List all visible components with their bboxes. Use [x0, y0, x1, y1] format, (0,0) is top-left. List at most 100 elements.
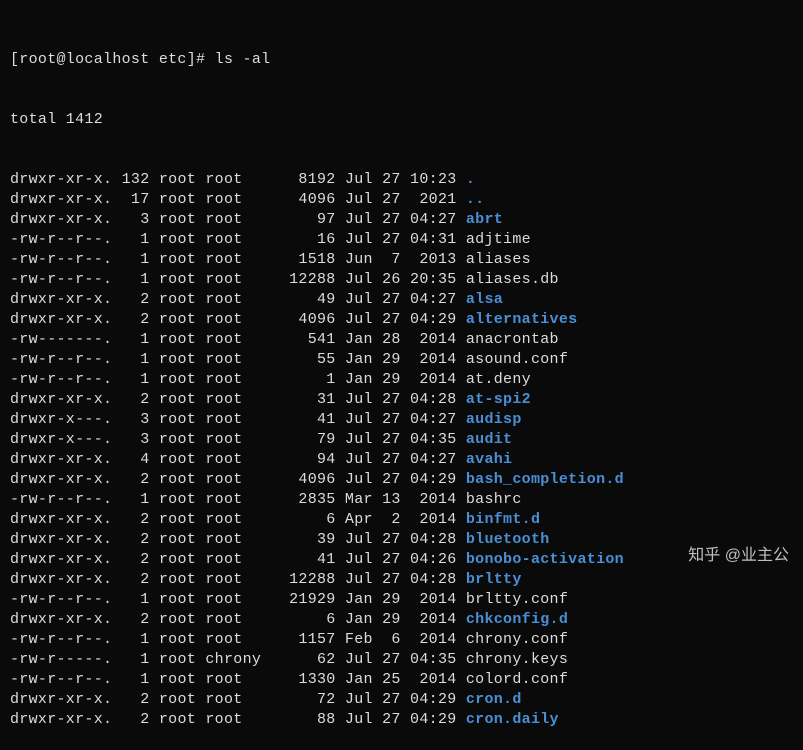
day: 2: [373, 511, 401, 528]
size: 49: [261, 291, 335, 308]
month: Mar: [336, 491, 373, 508]
owner: root: [150, 591, 197, 608]
group: root: [196, 691, 261, 708]
month: Jan: [336, 611, 373, 628]
size: 1330: [261, 671, 335, 688]
owner: root: [150, 211, 197, 228]
file-name: colord.conf: [457, 671, 569, 688]
link-count: 1: [112, 371, 149, 388]
directory-name: abrt: [457, 211, 504, 228]
list-item: -rw-r--r--. 1 root root 2835 Mar 13 2014…: [10, 490, 793, 510]
day: 27: [373, 691, 401, 708]
directory-name: binfmt.d: [457, 511, 541, 528]
link-count: 2: [112, 391, 149, 408]
list-item: -rw-r--r--. 1 root root 1157 Feb 6 2014 …: [10, 630, 793, 650]
file-name: brltty.conf: [457, 591, 569, 608]
owner: root: [150, 171, 197, 188]
file-name: aliases: [457, 251, 531, 268]
owner: root: [150, 351, 197, 368]
day: 27: [373, 431, 401, 448]
link-count: 2: [112, 571, 149, 588]
list-item: drwxr-xr-x. 2 root root 49 Jul 27 04:27 …: [10, 290, 793, 310]
time-or-year: 04:29: [401, 311, 457, 328]
month: Jan: [336, 591, 373, 608]
owner: root: [150, 571, 197, 588]
time-or-year: 04:28: [401, 571, 457, 588]
group: root: [196, 451, 261, 468]
group: root: [196, 671, 261, 688]
group: root: [196, 231, 261, 248]
day: 13: [373, 491, 401, 508]
directory-name: brltty: [457, 571, 522, 588]
size: 2835: [261, 491, 335, 508]
permissions: -rw-r--r--.: [10, 351, 112, 368]
directory-name: ..: [457, 191, 485, 208]
list-item: drwxr-x---. 3 root root 79 Jul 27 04:35 …: [10, 430, 793, 450]
owner: root: [150, 551, 197, 568]
directory-name: chkconfig.d: [457, 611, 569, 628]
link-count: 2: [112, 511, 149, 528]
permissions: drwxr-xr-x.: [10, 451, 112, 468]
owner: root: [150, 371, 197, 388]
permissions: -rw-r--r--.: [10, 491, 112, 508]
time-or-year: 04:27: [401, 451, 457, 468]
month: Jul: [336, 471, 373, 488]
list-item: drwxr-xr-x. 4 root root 94 Jul 27 04:27 …: [10, 450, 793, 470]
owner: root: [150, 251, 197, 268]
day: 29: [373, 351, 401, 368]
owner: root: [150, 491, 197, 508]
file-listing: drwxr-xr-x. 132 root root 8192 Jul 27 10…: [10, 170, 793, 730]
permissions: -rw-r--r--.: [10, 251, 112, 268]
owner: root: [150, 691, 197, 708]
month: Jul: [336, 551, 373, 568]
size: 21929: [261, 591, 335, 608]
list-item: -rw-r--r--. 1 root root 55 Jan 29 2014 a…: [10, 350, 793, 370]
permissions: -rw-r-----.: [10, 651, 112, 668]
list-item: drwxr-xr-x. 2 root root 12288 Jul 27 04:…: [10, 570, 793, 590]
month: Jul: [336, 291, 373, 308]
owner: root: [150, 431, 197, 448]
group: root: [196, 211, 261, 228]
day: 29: [373, 591, 401, 608]
permissions: drwxr-x---.: [10, 431, 112, 448]
link-count: 1: [112, 271, 149, 288]
time-or-year: 04:29: [401, 711, 457, 728]
time-or-year: 10:23: [401, 171, 457, 188]
group: root: [196, 291, 261, 308]
list-item: drwxr-xr-x. 2 root root 4096 Jul 27 04:2…: [10, 310, 793, 330]
day: 27: [373, 471, 401, 488]
day: 27: [373, 231, 401, 248]
link-count: 4: [112, 451, 149, 468]
directory-name: .: [457, 171, 476, 188]
link-count: 2: [112, 611, 149, 628]
list-item: drwxr-xr-x. 132 root root 8192 Jul 27 10…: [10, 170, 793, 190]
link-count: 1: [112, 651, 149, 668]
group: root: [196, 531, 261, 548]
size: 12288: [261, 571, 335, 588]
permissions: drwxr-xr-x.: [10, 511, 112, 528]
size: 62: [261, 651, 335, 668]
list-item: -rw-r--r--. 1 root root 21929 Jan 29 201…: [10, 590, 793, 610]
directory-name: audisp: [457, 411, 522, 428]
time-or-year: 2014: [401, 631, 457, 648]
link-count: 2: [112, 551, 149, 568]
group: root: [196, 271, 261, 288]
month: Jul: [336, 531, 373, 548]
list-item: -rw-r-----. 1 root chrony 62 Jul 27 04:3…: [10, 650, 793, 670]
size: 31: [261, 391, 335, 408]
list-item: -rw-------. 1 root root 541 Jan 28 2014 …: [10, 330, 793, 350]
month: Jul: [336, 271, 373, 288]
time-or-year: 2014: [401, 371, 457, 388]
group: root: [196, 491, 261, 508]
permissions: drwxr-xr-x.: [10, 571, 112, 588]
size: 94: [261, 451, 335, 468]
permissions: -rw-r--r--.: [10, 231, 112, 248]
month: Jul: [336, 651, 373, 668]
list-item: drwxr-xr-x. 2 root root 72 Jul 27 04:29 …: [10, 690, 793, 710]
time-or-year: 2021: [401, 191, 457, 208]
permissions: -rw-r--r--.: [10, 591, 112, 608]
group: root: [196, 471, 261, 488]
time-or-year: 04:26: [401, 551, 457, 568]
size: 97: [261, 211, 335, 228]
file-name: asound.conf: [457, 351, 569, 368]
